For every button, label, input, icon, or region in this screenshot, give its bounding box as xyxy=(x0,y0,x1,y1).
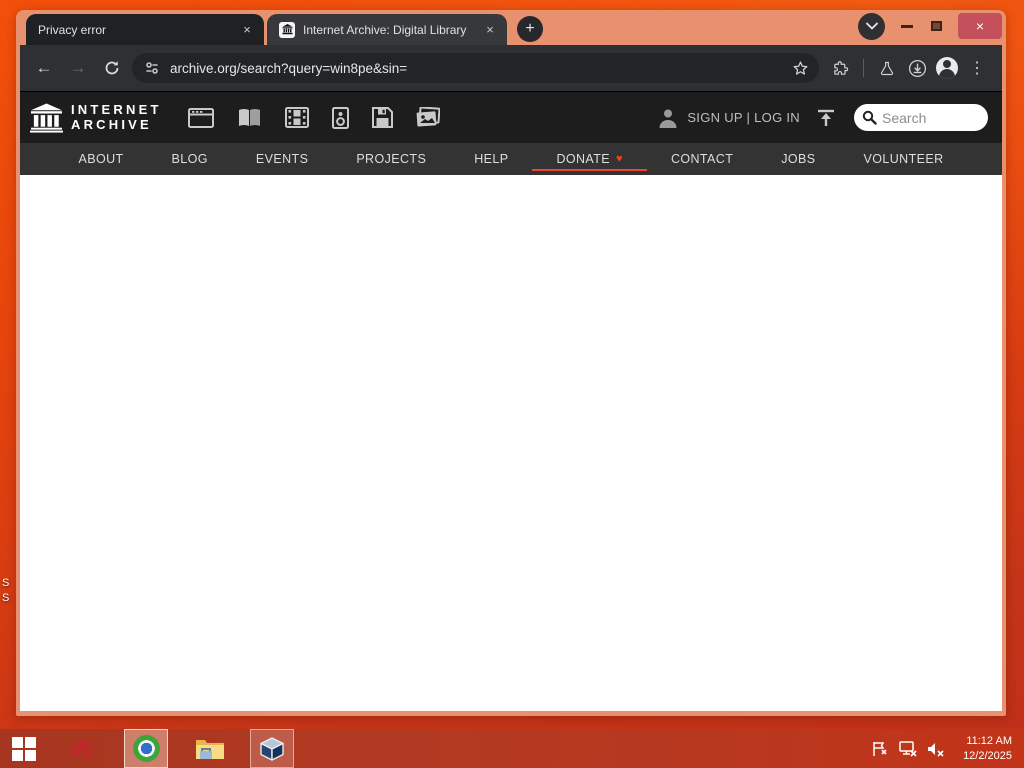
toolbar-divider xyxy=(863,59,864,77)
images-icon[interactable] xyxy=(416,107,440,128)
address-bar[interactable]: archive.org/search?query=win8pe&sin= xyxy=(132,53,819,83)
start-button[interactable] xyxy=(2,729,46,768)
maximize-button[interactable] xyxy=(931,21,942,31)
nav-volunteer[interactable]: VOLUNTEER xyxy=(840,152,968,166)
url-text[interactable]: archive.org/search?query=win8pe&sin= xyxy=(170,61,784,76)
upload-icon[interactable] xyxy=(816,108,836,128)
internet-archive-logo[interactable] xyxy=(30,102,63,133)
ia-wordmark[interactable]: INTERNET ARCHIVE xyxy=(71,102,162,133)
new-tab-button[interactable]: + xyxy=(517,16,543,42)
chrome-icon xyxy=(132,735,160,762)
internet-archive-favicon xyxy=(279,21,295,38)
tab-title: Privacy error xyxy=(38,22,107,37)
page-content-blank xyxy=(20,175,1002,711)
extensions-icon[interactable] xyxy=(825,53,855,83)
nav-help[interactable]: HELP xyxy=(450,152,532,166)
ia-search-input[interactable] xyxy=(882,109,974,126)
tab-close-icon[interactable]: × xyxy=(481,21,499,39)
software-icon[interactable] xyxy=(371,107,393,128)
tab-title: Internet Archive: Digital Library xyxy=(303,22,467,37)
reload-button[interactable] xyxy=(98,54,126,82)
windows-logo-icon xyxy=(12,736,36,761)
nav-jobs[interactable]: JOBS xyxy=(757,152,839,166)
taskbar-file-explorer-icon[interactable] xyxy=(188,729,232,768)
tab-close-icon[interactable]: × xyxy=(238,21,256,39)
taskbar: 11:12 AM 12/2/2025 xyxy=(0,729,1024,768)
heart-icon: ♥ xyxy=(616,153,623,165)
user-icon xyxy=(657,107,679,129)
audio-icon[interactable] xyxy=(331,106,349,129)
nav-donate[interactable]: DONATE ♥ xyxy=(532,152,647,171)
video-icon[interactable] xyxy=(284,107,309,128)
nav-projects[interactable]: PROJECTS xyxy=(332,152,450,166)
ia-nav: ABOUT BLOG EVENTS PROJECTS HELP DONATE ♥… xyxy=(20,143,1002,175)
ia-header: INTERNET ARCHIVE SIGN UP | LOG IN Search xyxy=(20,91,1002,143)
experiments-beaker-icon[interactable] xyxy=(872,53,902,83)
network-icon[interactable] xyxy=(899,740,917,757)
desktop-icon-label-fragment: S xyxy=(2,592,10,604)
window-close-button[interactable]: × xyxy=(958,13,1002,39)
tab-internet-archive[interactable]: Internet Archive: Digital Library × xyxy=(267,14,507,45)
browser-toolbar: ← → archive.org/search?query=win8pe&sin= xyxy=(20,45,1002,91)
tab-strip: Privacy error × Internet Archive: Digita… xyxy=(20,10,1002,45)
tab-privacy-error[interactable]: Privacy error × xyxy=(26,14,264,45)
system-tray: 11:12 AM 12/2/2025 xyxy=(872,734,1024,764)
volume-muted-icon[interactable] xyxy=(927,741,945,757)
nav-contact[interactable]: CONTACT xyxy=(647,152,757,166)
clock-time: 11:12 AM xyxy=(966,734,1012,747)
texts-icon[interactable] xyxy=(237,108,262,128)
site-settings-icon[interactable] xyxy=(144,61,160,75)
nav-events[interactable]: EVENTS xyxy=(232,152,332,166)
ia-media-bar xyxy=(187,106,440,129)
taskbar-chrome-icon[interactable] xyxy=(124,729,168,768)
nav-about[interactable]: ABOUT xyxy=(54,152,147,166)
back-button[interactable]: ← xyxy=(30,54,58,82)
taskbar-app-red-icon[interactable] xyxy=(60,729,104,768)
browser-menu-icon[interactable]: ⋮ xyxy=(962,53,992,83)
tab-search-button[interactable] xyxy=(858,12,885,40)
downloads-icon[interactable] xyxy=(902,53,932,83)
action-center-flag-icon[interactable] xyxy=(872,741,889,757)
browser-window: Privacy error × Internet Archive: Digita… xyxy=(16,10,1006,716)
profile-avatar-icon[interactable] xyxy=(932,53,962,83)
signup-login-links[interactable]: SIGN UP | LOG IN xyxy=(687,110,800,125)
nav-blog[interactable]: BLOG xyxy=(148,152,232,166)
taskbar-virtualbox-icon[interactable] xyxy=(250,729,294,768)
taskbar-clock[interactable]: 11:12 AM 12/2/2025 xyxy=(963,734,1012,764)
minimize-button[interactable] xyxy=(901,24,913,28)
web-icon[interactable] xyxy=(187,107,214,128)
search-icon xyxy=(862,110,877,125)
ia-search-box[interactable] xyxy=(854,104,988,131)
desktop-wallpaper: S S Privacy error × Internet Archive: Di… xyxy=(0,0,1024,768)
clock-date: 12/2/2025 xyxy=(963,749,1012,762)
forward-button[interactable]: → xyxy=(64,54,92,82)
bookmark-star-icon[interactable] xyxy=(792,60,809,77)
desktop-icon-label-fragment: S xyxy=(2,577,10,589)
